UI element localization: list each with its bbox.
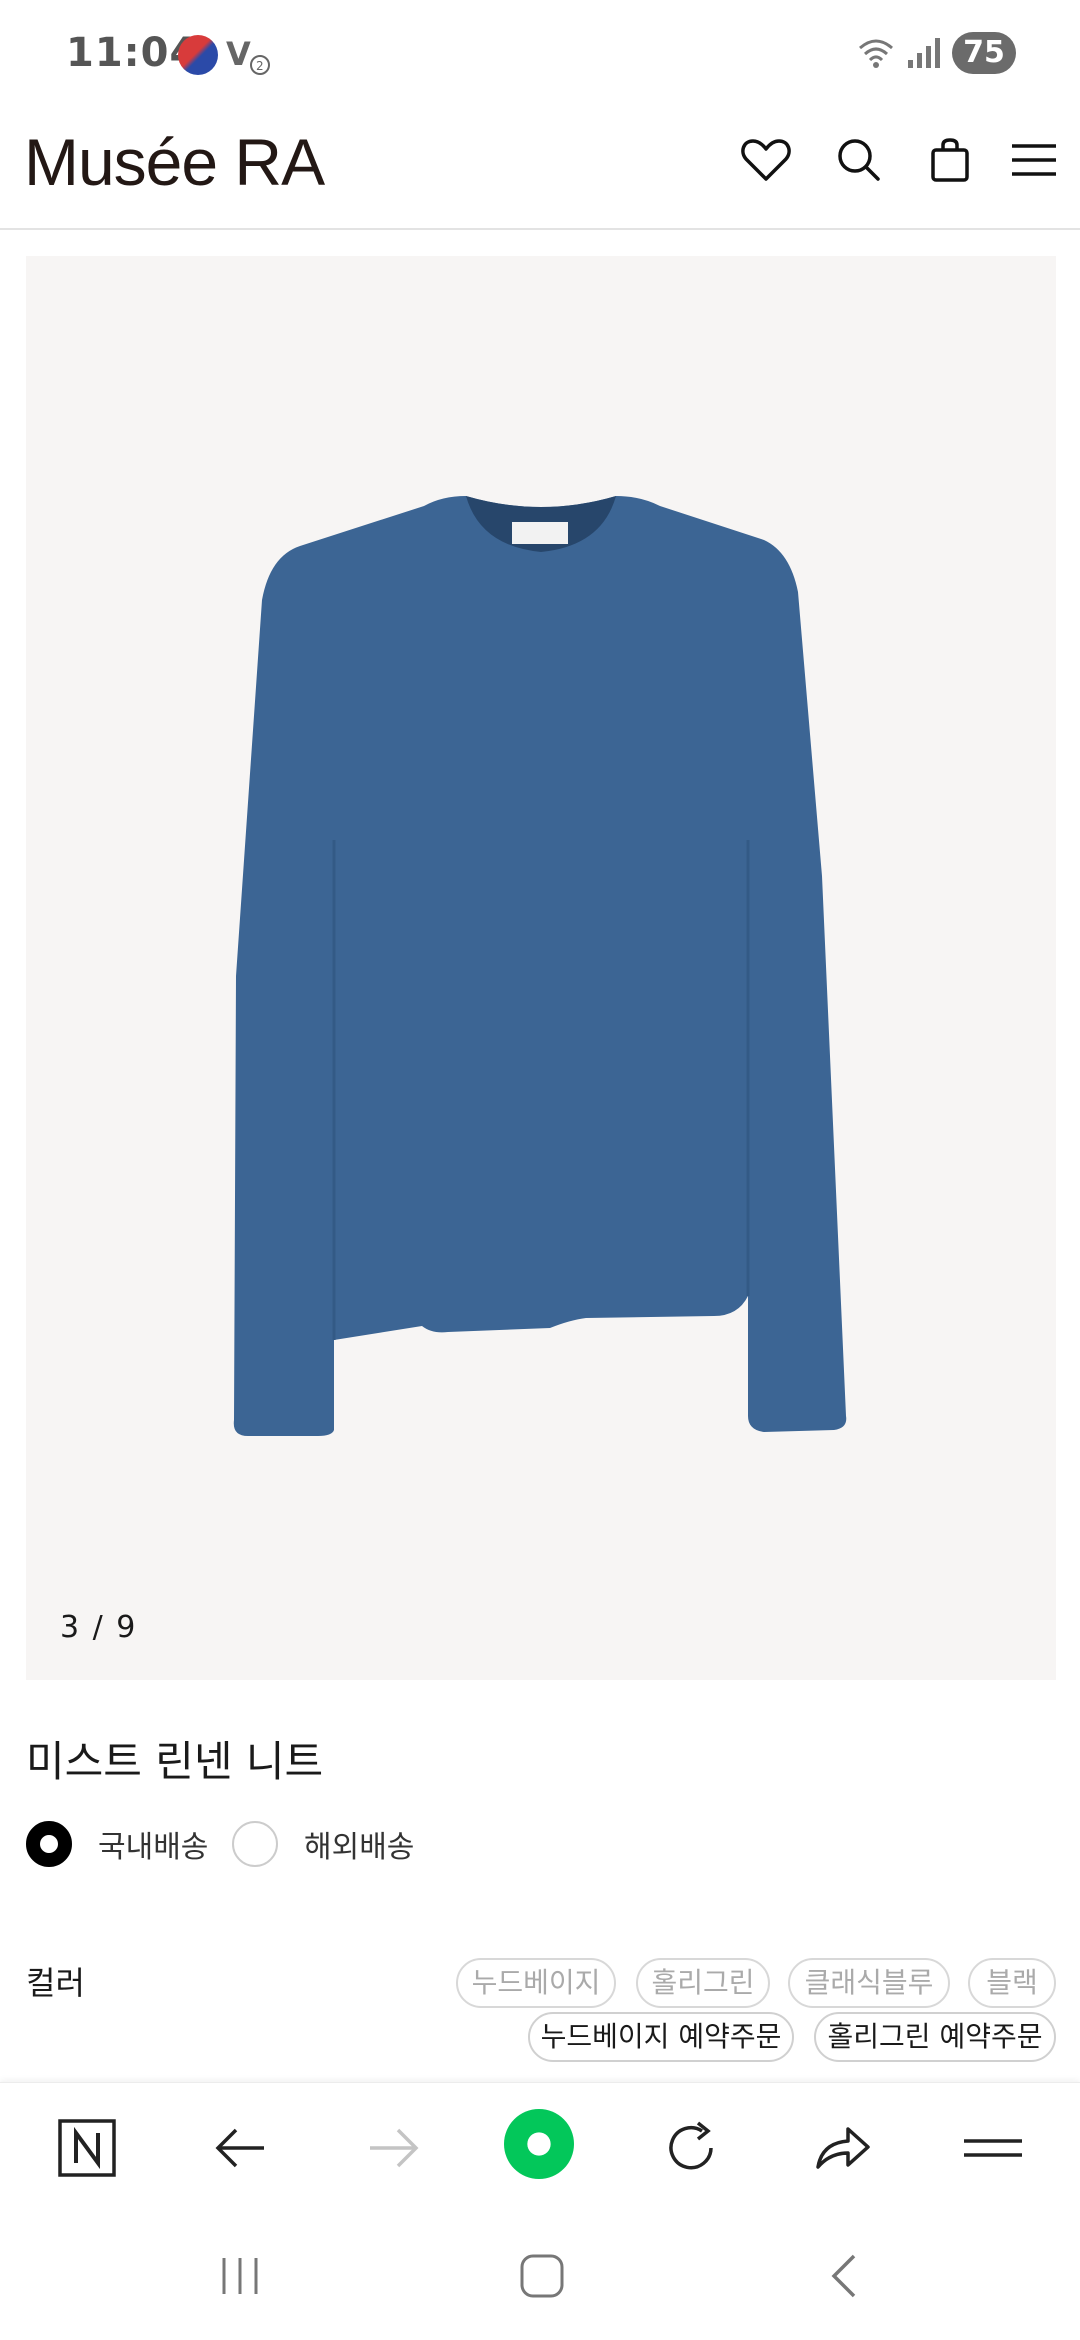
color-chip-holly-green-preorder[interactable]: 홀리그린 예약주문 [814, 2012, 1056, 2062]
app-notification-icon [178, 35, 218, 75]
naver-home-icon[interactable] [52, 2113, 122, 2183]
search-icon[interactable] [830, 132, 886, 188]
shipping-domestic-option[interactable]: 국내배송 [26, 1816, 208, 1872]
forward-arrow-icon[interactable] [358, 2113, 428, 2183]
shipping-domestic-label: 국내배송 [98, 1830, 209, 1865]
home-icon[interactable] [512, 2250, 572, 2302]
status-bar: 11:04 V2 75 [0, 0, 1080, 104]
system-nav-bar [0, 2212, 1080, 2340]
sweater-tag [512, 522, 568, 544]
recent-apps-icon[interactable] [210, 2250, 270, 2302]
heart-icon[interactable] [738, 132, 794, 188]
sweater-body [233, 496, 847, 1436]
svg-text:2: 2 [256, 59, 264, 73]
back-arrow-icon[interactable] [206, 2113, 276, 2183]
shipping-overseas-label: 해외배송 [304, 1830, 415, 1865]
shopping-bag-icon[interactable] [922, 132, 978, 188]
color-chip-nude-beige[interactable]: 누드베이지 [456, 1958, 616, 2008]
radio-unselected-icon[interactable] [232, 1821, 278, 1867]
volte-icon: V2 [226, 33, 272, 77]
refresh-icon[interactable] [656, 2113, 726, 2183]
color-chip-holly-green[interactable]: 홀리그린 [636, 1958, 770, 2008]
signal-icon [906, 36, 942, 70]
product-image [233, 496, 847, 1436]
color-chip-nude-beige-preorder[interactable]: 누드베이지 예약주문 [528, 2012, 794, 2062]
menu-icon[interactable] [1006, 132, 1062, 188]
wifi-icon [856, 36, 896, 70]
product-title: 미스트 린넨 니트 [26, 1737, 324, 1786]
radio-selected-icon[interactable] [26, 1821, 72, 1867]
color-chip-black[interactable]: 블랙 [968, 1958, 1056, 2008]
battery-indicator: 75 [952, 32, 1016, 74]
product-image-gallery[interactable]: 3 / 9 [26, 256, 1056, 1680]
shipping-overseas-option[interactable]: 해외배송 [232, 1816, 414, 1872]
color-chip-classic-blue[interactable]: 클래식블루 [788, 1958, 950, 2008]
image-counter: 3 / 9 [60, 1610, 138, 1645]
browser-menu-icon[interactable] [958, 2113, 1028, 2183]
system-back-icon[interactable] [816, 2250, 876, 2302]
site-header: Musée RA [0, 104, 1080, 230]
green-dot-icon[interactable] [504, 2109, 582, 2187]
site-logo[interactable]: Musée RA [24, 124, 325, 200]
share-icon[interactable] [808, 2113, 878, 2183]
browser-toolbar [0, 2082, 1080, 2213]
color-option-label: 컬러 [26, 1964, 85, 2002]
svg-text:V: V [226, 35, 251, 73]
